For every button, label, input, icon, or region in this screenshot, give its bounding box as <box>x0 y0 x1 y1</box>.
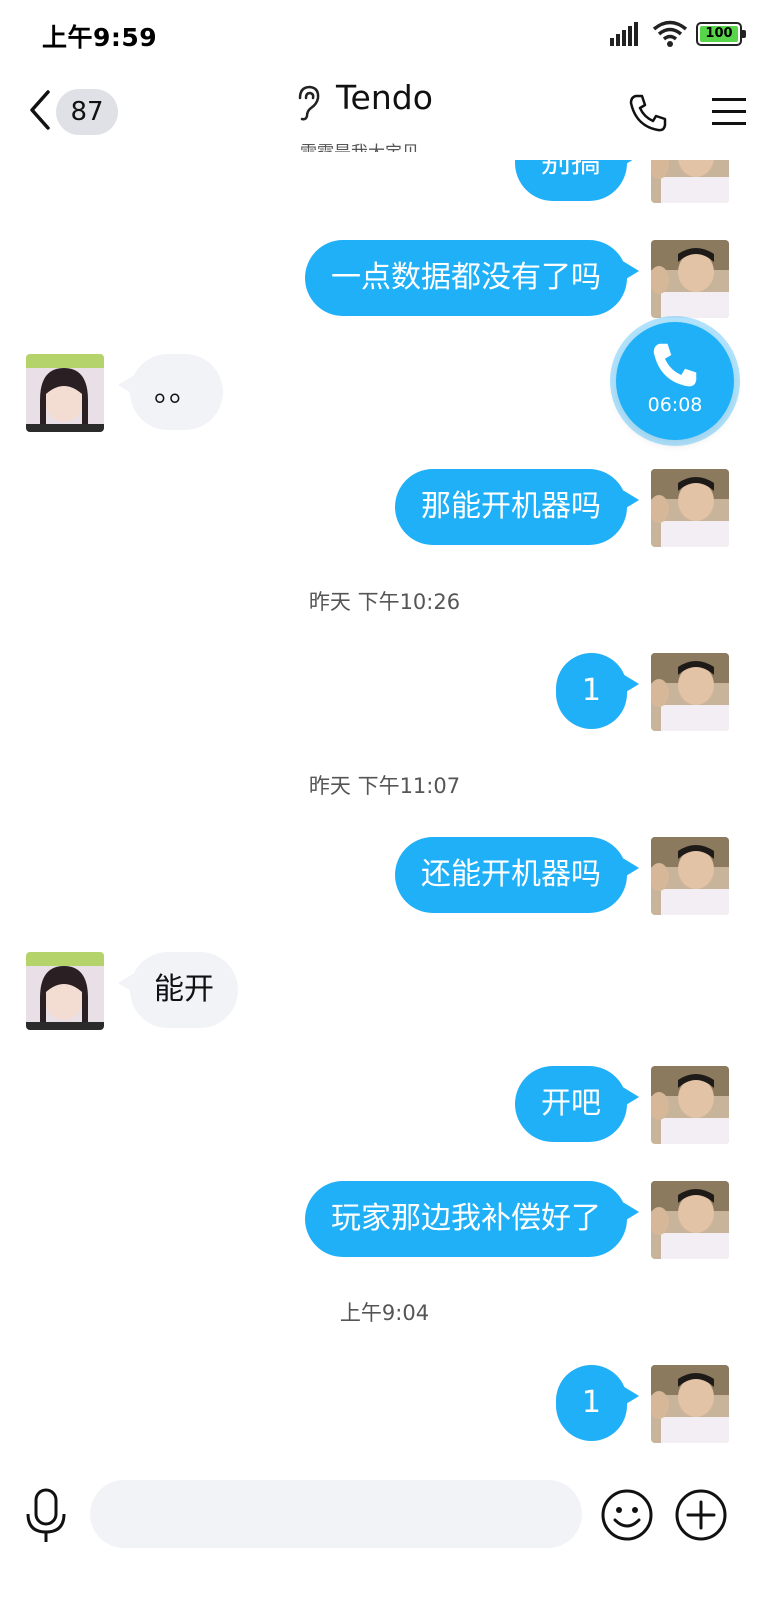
status-bar: 上午9:59 100 <box>0 0 769 64</box>
phone-call-icon[interactable] <box>628 93 668 133</box>
message-bubble-incoming[interactable]: 。。 <box>118 354 223 430</box>
contact-status-subtitle: 雷霆是我大宝贝 <box>300 138 500 152</box>
microphone-icon[interactable] <box>24 1488 68 1544</box>
message-bubble-incoming[interactable]: 能开 <box>118 952 238 1028</box>
my-avatar[interactable] <box>651 469 729 547</box>
call-duration: 06:08 <box>647 394 703 416</box>
message-bubble-outgoing[interactable]: 开吧 <box>515 1066 639 1142</box>
back-arrow-icon[interactable] <box>26 88 56 132</box>
my-avatar[interactable] <box>651 1181 729 1259</box>
message-input[interactable] <box>90 1480 582 1548</box>
status-time: 上午9:59 <box>42 23 158 52</box>
message-bubble-outgoing[interactable]: 1 <box>555 653 640 729</box>
message-timestamp: 昨天 下午11:07 <box>308 774 461 798</box>
message-timestamp: 昨天 下午10:26 <box>308 590 461 614</box>
message-bubble-outgoing[interactable]: 那能开机器吗 <box>395 469 639 545</box>
my-avatar[interactable] <box>651 240 729 318</box>
my-avatar[interactable] <box>651 1365 729 1443</box>
unread-count-badge[interactable]: 87 <box>56 89 118 135</box>
battery-level: 100 <box>705 26 733 41</box>
ongoing-call-button[interactable]: 06:08 <box>616 322 734 440</box>
message-timestamp: 上午9:04 <box>339 1301 430 1325</box>
my-avatar[interactable] <box>651 160 729 203</box>
message-bubble-outgoing[interactable]: 别搞 <box>515 160 639 201</box>
ear-icon[interactable] <box>294 84 322 122</box>
contact-avatar[interactable] <box>26 354 104 432</box>
message-bubble-outgoing[interactable]: 1 <box>555 1365 640 1441</box>
message-bubble-outgoing[interactable]: 还能开机器吗 <box>395 837 639 913</box>
contact-name[interactable]: Tendo <box>336 78 433 117</box>
my-avatar[interactable] <box>651 653 729 731</box>
plus-icon[interactable] <box>674 1488 728 1542</box>
emoji-icon[interactable] <box>600 1488 654 1542</box>
menu-icon[interactable] <box>712 96 746 128</box>
my-avatar[interactable] <box>651 1066 729 1144</box>
contact-avatar[interactable] <box>26 952 104 1030</box>
message-bubble-outgoing[interactable]: 玩家那边我补偿好了 <box>305 1181 639 1257</box>
phone-icon <box>653 343 697 387</box>
wifi-icon <box>652 20 688 47</box>
signal-icon <box>610 22 638 46</box>
message-bubble-outgoing[interactable]: 一点数据都没有了吗 <box>305 240 639 316</box>
my-avatar[interactable] <box>651 837 729 915</box>
battery-indicator: 100 <box>696 22 746 46</box>
